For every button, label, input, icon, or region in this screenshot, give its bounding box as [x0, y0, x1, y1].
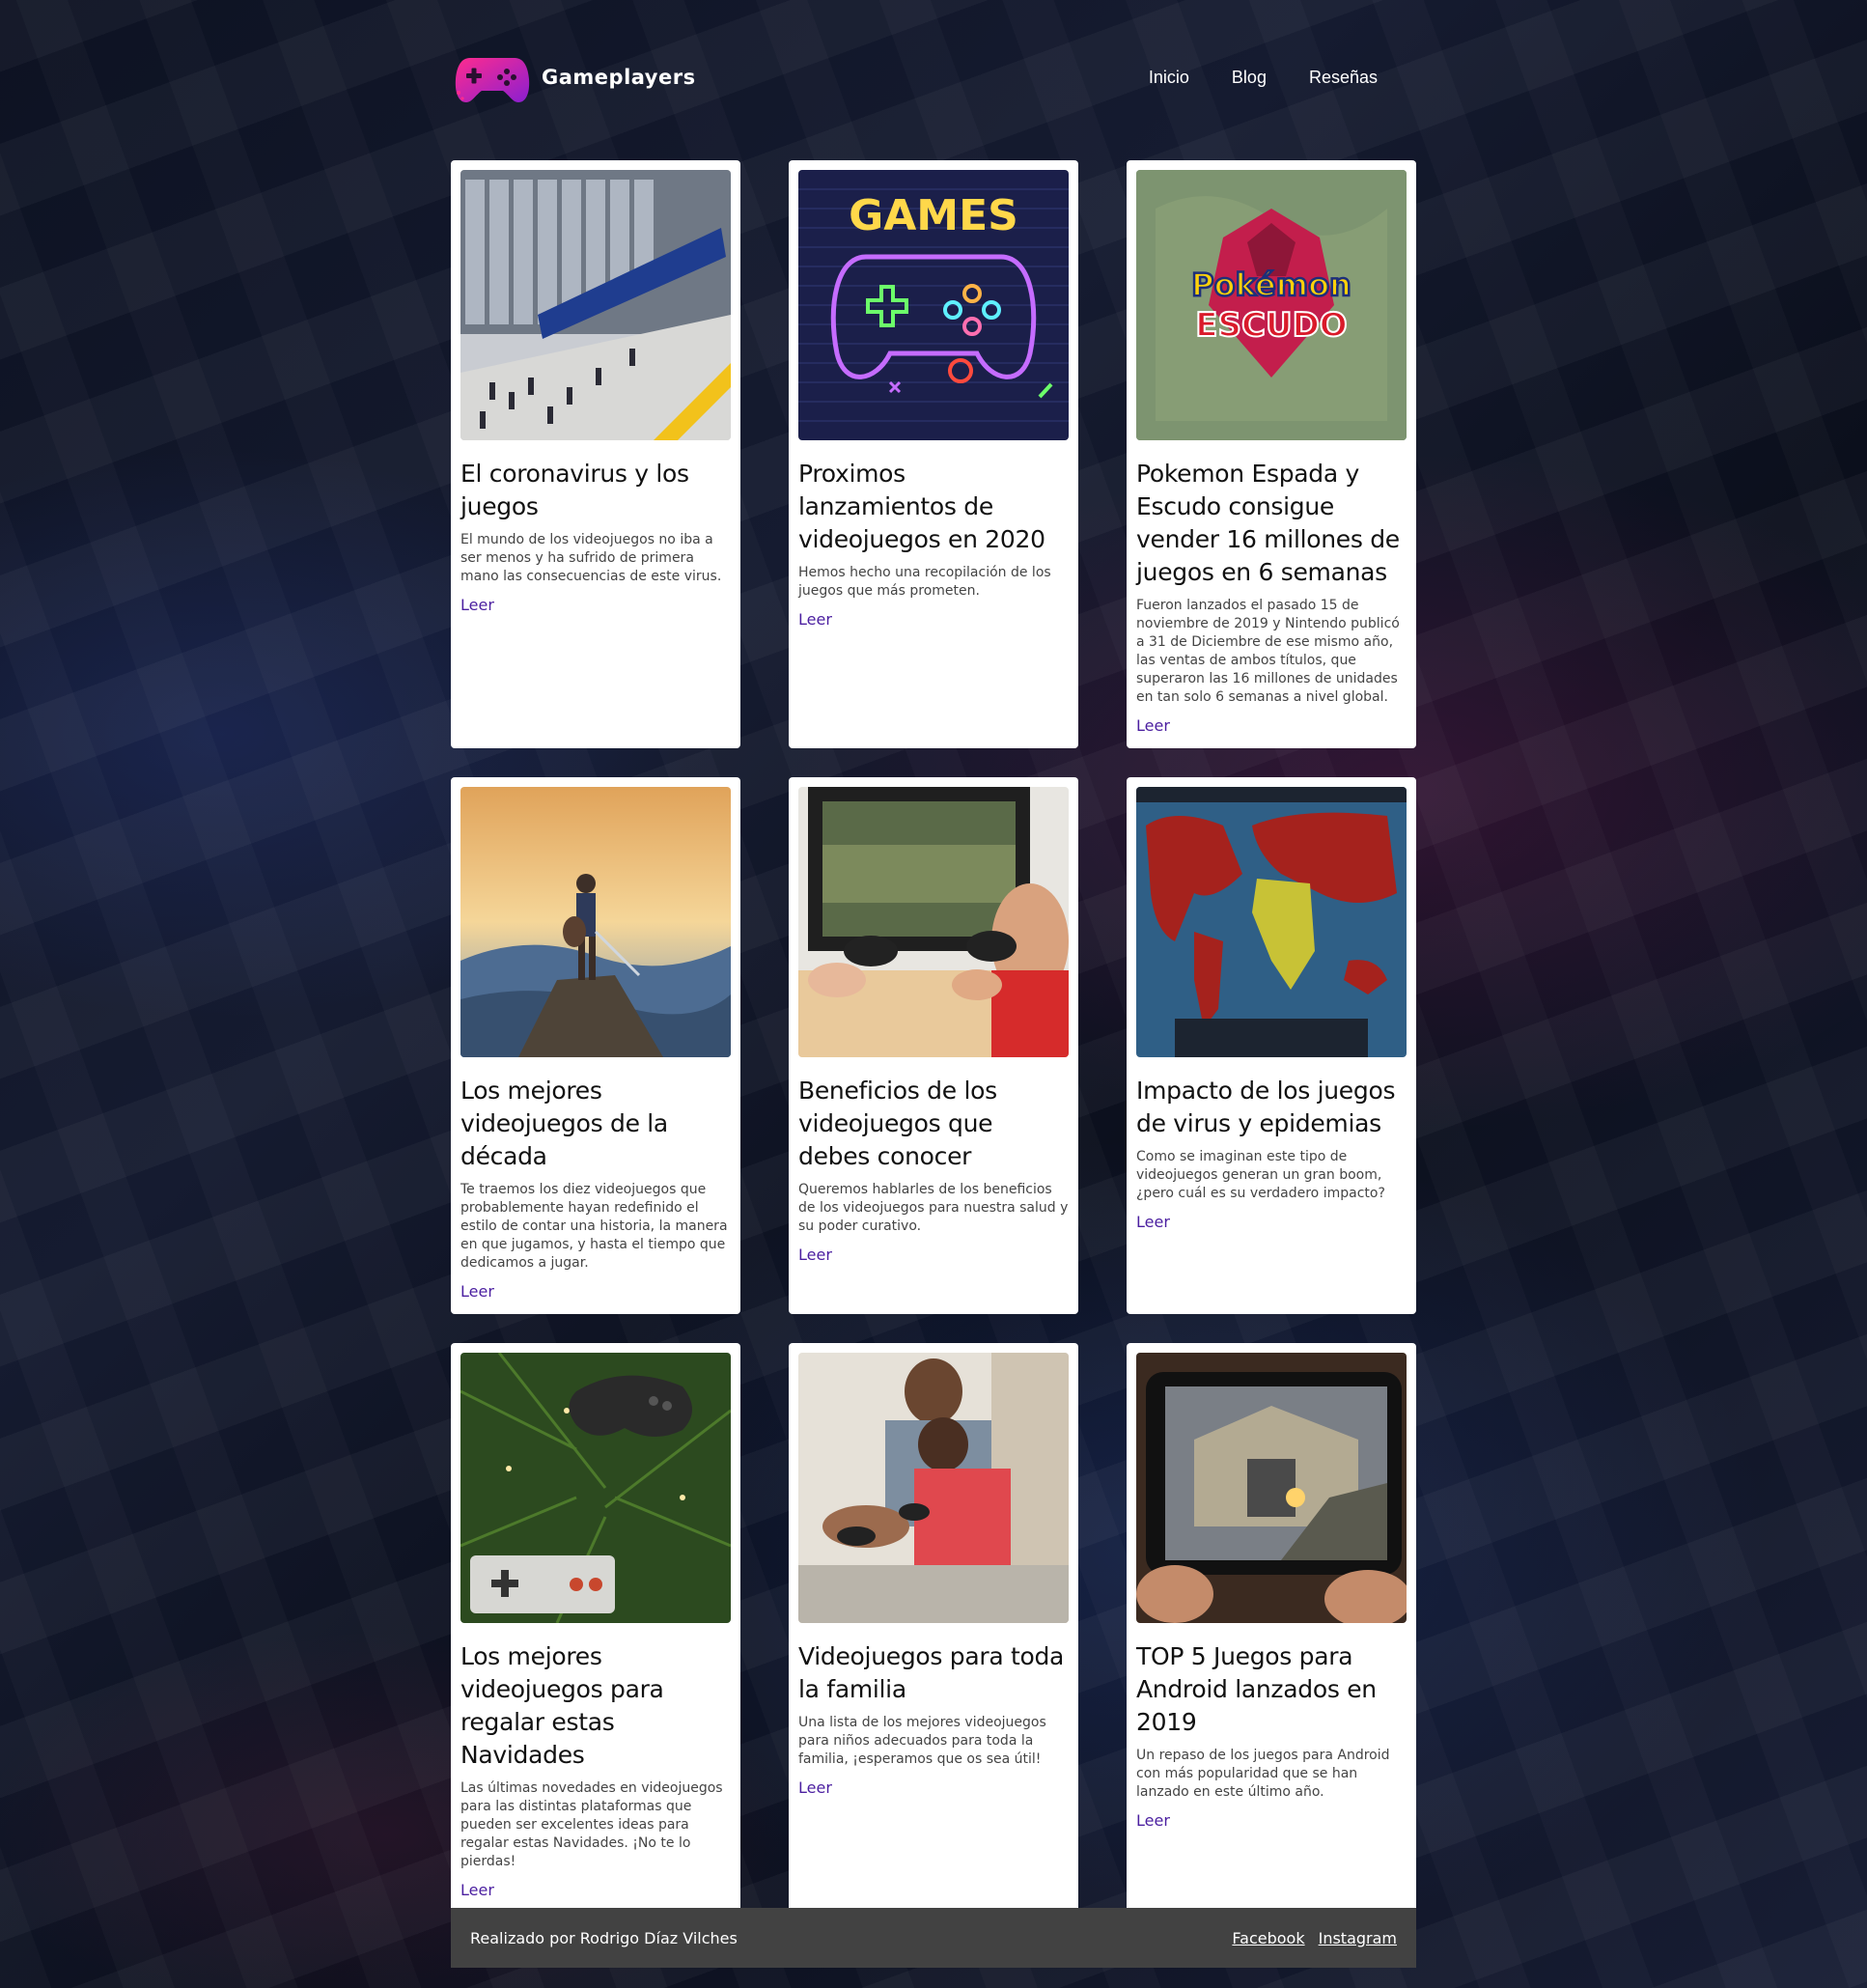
article-card: Los mejores videojuegos de la década Te … [451, 777, 740, 1314]
brand-logo[interactable]: Gameplayers [453, 50, 696, 104]
neon-games-text: GAMES [849, 191, 1018, 240]
site-footer: Realizado por Rodrigo Díaz Vilches Faceb… [451, 1908, 1416, 1968]
mobile-shooter-game-image[interactable] [1136, 1353, 1407, 1623]
read-more-link[interactable]: Leer [1136, 1811, 1170, 1830]
read-more-link[interactable]: Leer [1136, 1213, 1170, 1231]
article-excerpt: Como se imaginan este tipo de videojuego… [1136, 1149, 1385, 1201]
article-card: El coronavirus y los juegos El mundo de … [451, 160, 740, 748]
main-nav: Inicio Blog Reseñas [1149, 68, 1378, 88]
page-container: Gameplayers Inicio Blog Reseñas El coron… [451, 0, 1416, 1913]
read-more-link[interactable]: Leer [460, 1881, 494, 1899]
article-card: Los mejores videojuegos para regalar est… [451, 1343, 740, 1913]
nav-link-blog[interactable]: Blog [1232, 68, 1267, 88]
escudo-logo-text: ESCUDO [1195, 306, 1347, 345]
article-title: Videojuegos para toda la familia [798, 1642, 1065, 1703]
article-card: Videojuegos para toda la familia Una lis… [789, 1343, 1078, 1913]
article-excerpt: El mundo de los videojuegos no iba a ser… [460, 532, 722, 584]
read-more-link[interactable]: Leer [798, 1246, 832, 1264]
article-title: Los mejores videojuegos de la década [460, 1077, 668, 1170]
article-title: TOP 5 Juegos para Android lanzados en 20… [1136, 1642, 1377, 1736]
read-more-link[interactable]: Leer [798, 1778, 832, 1797]
article-title: Pokemon Espada y Escudo consigue vender … [1136, 460, 1400, 586]
read-more-link[interactable]: Leer [1136, 716, 1170, 735]
article-card: Impacto de los juegos de virus y epidemi… [1127, 777, 1416, 1314]
instagram-link[interactable]: Instagram [1319, 1929, 1397, 1947]
article-title: Los mejores videojuegos para regalar est… [460, 1642, 664, 1769]
hero-on-cliff-image[interactable] [460, 787, 731, 1057]
controllers-on-christmas-tree-image[interactable] [460, 1353, 731, 1623]
footer-credit: Realizado por Rodrigo Díaz Vilches [470, 1928, 738, 1947]
family-gaming-image[interactable] [798, 1353, 1069, 1623]
gamepad-logo-icon [455, 58, 530, 102]
infected-world-map-image[interactable] [1136, 787, 1407, 1057]
pokemon-logo-text: Pokémon [1191, 266, 1351, 303]
footer-social-links: Facebook Instagram [1232, 1929, 1397, 1947]
article-card: TOP 5 Juegos para Android lanzados en 20… [1127, 1343, 1416, 1913]
nav-link-inicio[interactable]: Inicio [1149, 68, 1189, 88]
kids-playing-console-image[interactable] [798, 787, 1069, 1057]
article-card: GAMES Proximos lanzamientos de videojueg… [789, 160, 1078, 748]
site-header: Gameplayers Inicio Blog Reseñas [451, 0, 1416, 160]
article-card: Beneficios de los videojuegos que debes … [789, 777, 1078, 1314]
article-excerpt: Una lista de los mejores videojuegos par… [798, 1715, 1046, 1767]
brand-name: Gameplayers [542, 66, 696, 89]
article-title: Proximos lanzamientos de videojuegos en … [798, 460, 1045, 553]
article-excerpt: Queremos hablarles de los beneficios de … [798, 1182, 1069, 1234]
nav-link-resenas[interactable]: Reseñas [1309, 68, 1378, 88]
article-excerpt: Hemos hecho una recopilación de los jueg… [798, 565, 1051, 599]
article-title: Impacto de los juegos de virus y epidemi… [1136, 1077, 1396, 1137]
article-excerpt: Las últimas novedades en videojuegos par… [460, 1780, 723, 1869]
read-more-link[interactable]: Leer [460, 1282, 494, 1301]
article-excerpt: Fueron lanzados el pasado 15 de noviembr… [1136, 598, 1400, 705]
article-excerpt: Un repaso de los juegos para Android con… [1136, 1748, 1390, 1800]
article-card: Pokémon ESCUDO Pokemon Espada y Escudo c… [1127, 160, 1416, 748]
facebook-link[interactable]: Facebook [1232, 1929, 1304, 1947]
neon-games-controller-image[interactable]: GAMES [798, 170, 1069, 440]
article-grid: El coronavirus y los juegos El mundo de … [451, 160, 1416, 1913]
article-title: El coronavirus y los juegos [460, 460, 689, 520]
read-more-link[interactable]: Leer [798, 610, 832, 629]
article-title: Beneficios de los videojuegos que debes … [798, 1077, 997, 1170]
article-excerpt: Te traemos los diez videojuegos que prob… [460, 1182, 728, 1271]
read-more-link[interactable]: Leer [460, 596, 494, 614]
conference-building-image[interactable] [460, 170, 731, 440]
pokemon-shield-logo-image[interactable]: Pokémon ESCUDO [1136, 170, 1407, 440]
